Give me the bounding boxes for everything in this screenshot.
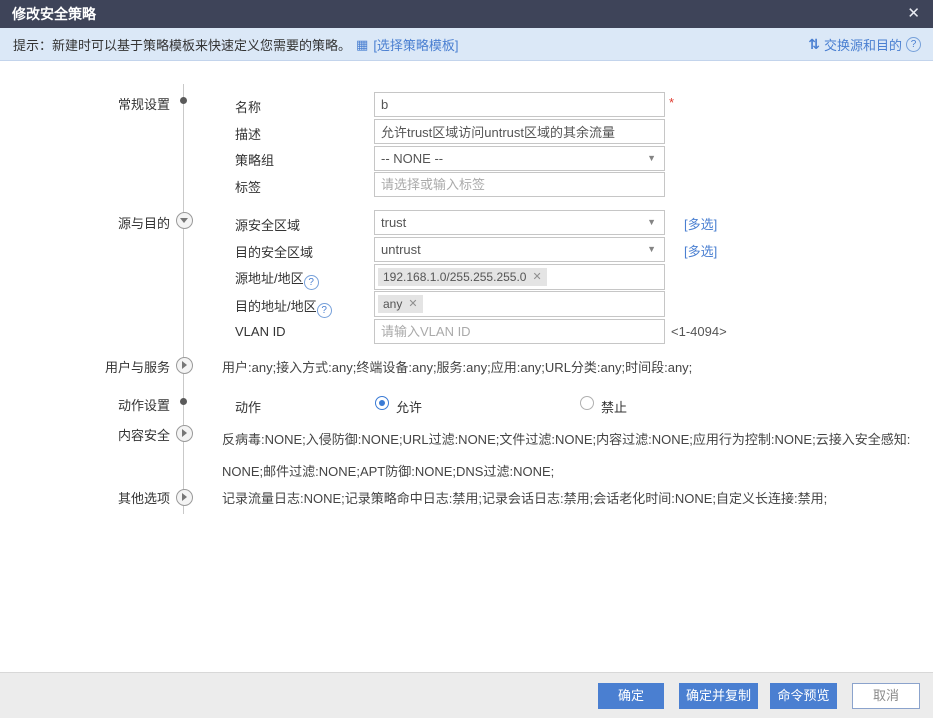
swap-source-dest-link[interactable]: 交换源和目的 [824, 35, 902, 54]
section-source-dest-collapse-icon[interactable] [176, 212, 193, 229]
section-source-dest-label: 源与目的 [57, 213, 170, 232]
vlan-input[interactable] [374, 319, 665, 344]
ok-and-copy-button[interactable]: 确定并复制 [679, 683, 758, 709]
chevron-down-icon: ▼ [647, 147, 656, 170]
dst-zone-multi-select-link[interactable]: [多选] [684, 241, 717, 260]
triangle-right-icon [182, 429, 187, 437]
section-timeline [183, 84, 184, 514]
policy-group-value: -- NONE -- [381, 151, 443, 166]
command-preview-button[interactable]: 命令预览 [770, 683, 837, 709]
other-options-summary: 记录流量日志:NONE;记录策略命中日志:禁用;记录会话日志:禁用;会话老化时间… [222, 488, 922, 507]
src-addr-chip-text: 192.168.1.0/255.255.255.0 [383, 268, 526, 286]
vlan-label: VLAN ID [235, 324, 286, 339]
dst-zone-value: untrust [381, 242, 421, 257]
section-user-service-expand-icon[interactable] [176, 357, 193, 374]
help-icon[interactable]: ? [906, 37, 921, 52]
vlan-range-hint: <1-4094> [671, 324, 727, 339]
section-content-security-label: 内容安全 [57, 425, 170, 444]
template-icon: ▦ [356, 38, 368, 51]
tip-bar: 提示：新建时可以基于策略模板来快速定义您需要的策略。 ▦ [选择策略模板] ⇅ … [0, 28, 933, 61]
select-policy-template-link[interactable]: [选择策略模板] [373, 35, 458, 54]
policy-group-label: 策略组 [235, 150, 274, 169]
name-label: 名称 [235, 97, 261, 116]
dst-addr-label: 目的地址/地区? [235, 296, 332, 318]
src-addr-label: 源地址/地区? [235, 268, 319, 290]
section-action-dot [180, 398, 187, 405]
modify-security-policy-dialog: 修改安全策略 ✕ 提示：新建时可以基于策略模板来快速定义您需要的策略。 ▦ [选… [0, 0, 933, 718]
section-other-label: 其他选项 [57, 488, 170, 507]
triangle-right-icon [182, 361, 187, 369]
action-allow-radio[interactable] [375, 396, 389, 410]
dst-addr-chip-text: any [383, 295, 402, 313]
src-zone-multi-select-link[interactable]: [多选] [684, 214, 717, 233]
triangle-down-icon [180, 218, 188, 223]
src-zone-select[interactable]: trust ▼ [374, 210, 665, 235]
dialog-title: 修改安全策略 [12, 0, 96, 28]
dst-addr-input[interactable]: any ✕ [374, 291, 665, 317]
description-input[interactable] [374, 119, 665, 144]
cancel-button[interactable]: 取消 [852, 683, 920, 709]
section-action-label: 动作设置 [57, 395, 170, 414]
user-service-summary: 用户:any;接入方式:any;终端设备:any;服务:any;应用:any;U… [222, 357, 922, 376]
src-zone-value: trust [381, 215, 406, 230]
dst-zone-select[interactable]: untrust ▼ [374, 237, 665, 262]
action-deny-label[interactable]: 禁止 [601, 397, 627, 416]
section-user-service-label: 用户与服务 [57, 357, 170, 376]
tip-message-area: 提示：新建时可以基于策略模板来快速定义您需要的策略。 ▦ [选择策略模板] [13, 28, 459, 60]
dst-zone-label: 目的安全区域 [235, 242, 313, 261]
swap-icon: ⇅ [808, 37, 820, 51]
dst-addr-label-text: 目的地址/地区 [235, 299, 317, 314]
dst-addr-chip: any ✕ [378, 295, 423, 313]
tip-text: 提示：新建时可以基于策略模板来快速定义您需要的策略。 [13, 35, 351, 54]
section-general-dot [180, 97, 187, 104]
description-label: 描述 [235, 124, 261, 143]
tags-input[interactable] [374, 172, 665, 197]
src-addr-input[interactable]: 192.168.1.0/255.255.255.0 ✕ [374, 264, 665, 290]
triangle-right-icon [182, 493, 187, 501]
src-addr-label-text: 源地址/地区 [235, 271, 304, 286]
swap-source-dest-control[interactable]: ⇅ 交换源和目的 ? [808, 28, 921, 60]
required-asterisk: * [669, 95, 674, 110]
section-general-label: 常规设置 [57, 94, 170, 113]
policy-group-select[interactable]: -- NONE -- ▼ [374, 146, 665, 171]
ok-button[interactable]: 确定 [598, 683, 664, 709]
chevron-down-icon: ▼ [647, 211, 656, 234]
src-addr-chip: 192.168.1.0/255.255.255.0 ✕ [378, 268, 547, 286]
action-label: 动作 [235, 397, 261, 416]
chevron-down-icon: ▼ [647, 238, 656, 261]
action-deny-radio[interactable] [580, 396, 594, 410]
tags-label: 标签 [235, 177, 261, 196]
content-security-summary: 反病毒:NONE;入侵防御:NONE;URL过滤:NONE;文件过滤:NONE;… [222, 424, 912, 488]
dialog-titlebar: 修改安全策略 ✕ [0, 0, 933, 28]
section-content-security-expand-icon[interactable] [176, 425, 193, 442]
chip-remove-icon[interactable]: ✕ [408, 295, 417, 313]
section-other-expand-icon[interactable] [176, 489, 193, 506]
action-allow-label[interactable]: 允许 [396, 397, 422, 416]
src-zone-label: 源安全区域 [235, 215, 300, 234]
name-input[interactable] [374, 92, 665, 117]
close-icon[interactable]: ✕ [907, 0, 920, 28]
help-icon[interactable]: ? [317, 303, 332, 318]
help-icon[interactable]: ? [304, 275, 319, 290]
chip-remove-icon[interactable]: ✕ [532, 268, 541, 286]
